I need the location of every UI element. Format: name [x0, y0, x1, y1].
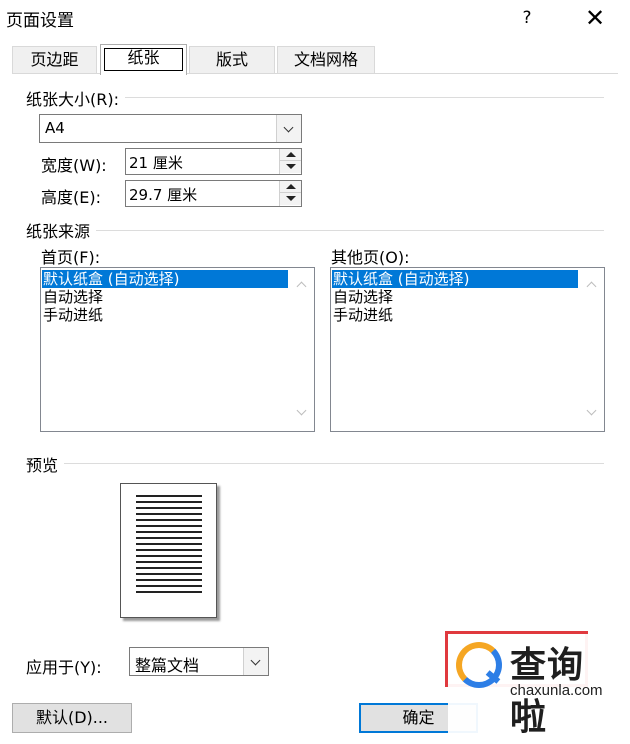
scrollbar[interactable]: [290, 268, 314, 431]
tab-layout[interactable]: 版式: [189, 46, 275, 74]
chevron-down-icon[interactable]: [276, 115, 301, 142]
scrollbar[interactable]: [580, 268, 604, 431]
preview-line: [136, 573, 202, 575]
width-label: 宽度(W):: [41, 156, 107, 175]
other-pages-listbox[interactable]: 默认纸盒 (自动选择) 自动选择 手动进纸: [330, 267, 605, 432]
group-divider: [26, 230, 604, 231]
preview-group-label: 预览: [26, 452, 65, 476]
preview-line: [136, 555, 202, 557]
scroll-up-icon[interactable]: [580, 274, 604, 296]
spin-down-icon[interactable]: [280, 161, 301, 173]
list-item[interactable]: 默认纸盒 (自动选择): [42, 270, 288, 288]
preview-line: [136, 549, 202, 551]
group-divider: [26, 463, 604, 464]
default-button[interactable]: 默认(D)...: [12, 703, 132, 733]
list-item[interactable]: 手动进纸: [42, 306, 288, 324]
dialog-title: 页面设置: [6, 11, 74, 31]
scroll-up-icon[interactable]: [290, 274, 314, 296]
height-value: 29.7 厘米: [129, 186, 198, 204]
preview-line: [136, 513, 202, 515]
list-item[interactable]: 手动进纸: [332, 306, 578, 324]
preview-line: [136, 579, 202, 581]
list-item[interactable]: 自动选择: [42, 288, 288, 306]
preview-line: [136, 525, 202, 527]
preview-line: [136, 519, 202, 521]
apply-to-select[interactable]: 整篇文档: [129, 647, 269, 676]
preview-line: [136, 537, 202, 539]
width-spinner[interactable]: 21 厘米: [125, 148, 302, 175]
spinner-buttons: [279, 149, 301, 174]
first-page-listbox[interactable]: 默认纸盒 (自动选择) 自动选择 手动进纸: [40, 267, 315, 432]
first-page-label: 首页(F):: [41, 248, 101, 267]
paper-size-value: A4: [45, 119, 65, 137]
watermark-url: chaxunla.com: [510, 682, 603, 699]
other-pages-label: 其他页(O):: [331, 248, 410, 267]
tab-margins[interactable]: 页边距: [12, 46, 97, 74]
preview-page: [120, 483, 217, 618]
watermark: 查询啦 chaxunla.com: [448, 634, 620, 744]
preview-line: [136, 567, 202, 569]
title-bar: 页面设置 ? ✕: [0, 0, 630, 36]
help-button[interactable]: ?: [510, 2, 544, 34]
spin-up-icon[interactable]: [280, 181, 301, 193]
apply-to-value: 整篇文档: [135, 656, 200, 675]
apply-to-label: 应用于(Y):: [26, 658, 102, 677]
spin-down-icon[interactable]: [280, 193, 301, 205]
preview-line: [136, 507, 202, 509]
paper-source-group-label: 纸张来源: [26, 218, 97, 242]
preview-line: [136, 501, 202, 503]
chevron-down-icon[interactable]: [243, 648, 268, 675]
close-button[interactable]: ✕: [572, 2, 618, 34]
preview-line: [136, 495, 202, 497]
list-item[interactable]: 默认纸盒 (自动选择): [332, 270, 578, 288]
width-value: 21 厘米: [129, 154, 183, 172]
preview-line: [136, 585, 202, 587]
spinner-buttons: [279, 181, 301, 206]
preview-line: [136, 561, 202, 563]
preview-line: [136, 543, 202, 545]
height-label: 高度(E):: [41, 188, 101, 207]
paper-size-select[interactable]: A4: [39, 114, 302, 143]
tab-focus-rect: [104, 48, 183, 71]
tab-document-grid[interactable]: 文档网格: [277, 46, 375, 74]
search-logo-icon: [456, 642, 502, 688]
scroll-down-icon[interactable]: [580, 403, 604, 425]
height-spinner[interactable]: 29.7 厘米: [125, 180, 302, 207]
scroll-down-icon[interactable]: [290, 403, 314, 425]
spin-up-icon[interactable]: [280, 149, 301, 161]
preview-line: [136, 591, 202, 593]
paper-size-group-label: 纸张大小(R):: [26, 86, 125, 110]
preview-line: [136, 531, 202, 533]
tab-paper[interactable]: 纸张: [100, 44, 187, 75]
list-item[interactable]: 自动选择: [332, 288, 578, 306]
